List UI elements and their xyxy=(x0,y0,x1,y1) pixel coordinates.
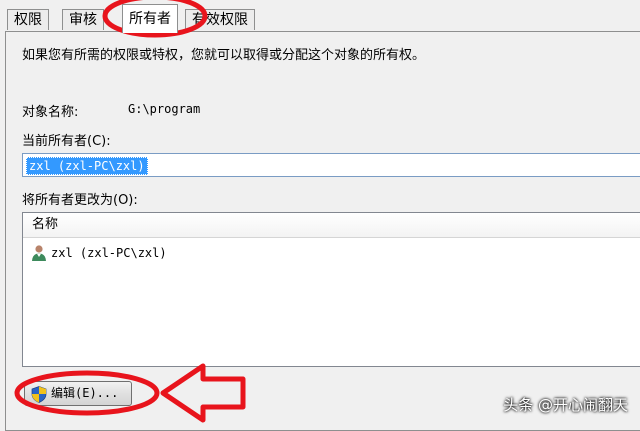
description-text: 如果您有所需的权限或特权，您就可以取得或分配这个对象的所有权。 xyxy=(22,48,426,63)
list-column-header-name[interactable]: 名称 xyxy=(23,213,640,238)
tab-effective-permissions[interactable]: 有效权限 xyxy=(185,9,255,30)
current-owner-field[interactable]: zxl (zxl-PC\zxl) xyxy=(22,153,640,177)
tab-permissions[interactable]: 权限 xyxy=(7,9,49,30)
change-owner-label: 将所有者更改为(O): xyxy=(22,193,138,208)
uac-shield-icon xyxy=(31,386,47,403)
current-owner-value[interactable]: zxl (zxl-PC\zxl) xyxy=(26,157,148,175)
object-name-label: 对象名称: xyxy=(22,105,79,120)
tab-owner[interactable]: 所有者 xyxy=(122,4,178,33)
current-owner-label: 当前所有者(C): xyxy=(22,134,111,149)
object-name-value: G:\program xyxy=(128,102,201,116)
watermark: 头条 @开心闹翻天 xyxy=(503,396,628,414)
user-icon xyxy=(32,245,46,261)
tab-strip: 权限 审核 所有者 有效权限 xyxy=(0,0,640,33)
list-item-label: zxl (zxl-PC\zxl) xyxy=(51,246,167,260)
tab-auditing[interactable]: 审核 xyxy=(62,9,104,30)
edit-button-label: 编辑(E)... xyxy=(51,386,119,400)
edit-button[interactable]: 编辑(E)... xyxy=(24,381,132,406)
owners-list[interactable]: 名称 zxl (zxl-PC\zxl) xyxy=(22,212,640,367)
